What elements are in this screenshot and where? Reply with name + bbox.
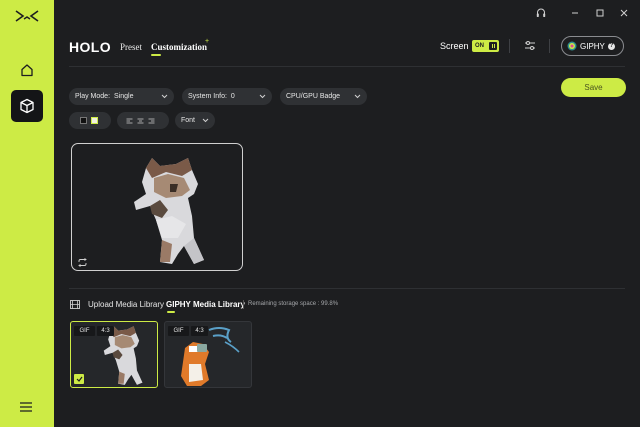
divider <box>549 39 550 53</box>
headset-icon[interactable] <box>536 6 546 20</box>
media-library-icon <box>70 300 80 309</box>
close-icon[interactable] <box>620 6 628 20</box>
maximize-icon[interactable] <box>596 6 604 20</box>
save-button[interactable]: Save <box>561 78 626 97</box>
chevron-down-icon <box>259 94 266 99</box>
screen-label: Screen <box>440 41 469 51</box>
background-color-swatch[interactable] <box>91 117 98 124</box>
help-icon[interactable]: ? <box>607 42 615 50</box>
selected-checkbox[interactable] <box>74 374 84 384</box>
tab-giphy-media-library[interactable]: GIPHY Media Library <box>166 300 245 309</box>
ratio-badge: 4:3 <box>97 326 114 336</box>
sidebar <box>0 0 54 427</box>
play-mode-select[interactable]: Play Mode: Single <box>69 88 174 105</box>
divider <box>243 300 244 309</box>
font-label: Font <box>181 117 196 124</box>
giphy-logo-icon <box>567 41 577 51</box>
sliders-icon[interactable] <box>524 40 536 51</box>
tab-upload-media-library[interactable]: Upload Media Library <box>88 300 164 309</box>
text-color-swatch[interactable] <box>80 117 87 124</box>
active-tab-indicator <box>151 54 161 56</box>
media-card[interactable]: GIF 4:3 <box>164 321 252 388</box>
play-mode-label: Play Mode: <box>75 93 111 100</box>
storage-status: Remaining storage space : 99.8% <box>248 301 339 307</box>
replay-icon[interactable] <box>77 258 88 267</box>
dancing-cat-image <box>134 158 204 264</box>
preview-screen <box>71 143 243 271</box>
main-panel: HOLO Preset Customization + Screen ON GI… <box>54 0 640 427</box>
align-right-icon[interactable] <box>148 118 155 124</box>
giphy-button[interactable]: GIPHY ? <box>561 36 624 56</box>
chevron-down-icon <box>161 94 168 99</box>
giphy-button-label: GIPHY <box>580 41 605 51</box>
tab-preset[interactable]: Preset <box>120 42 142 52</box>
chevron-down-icon <box>354 94 361 99</box>
cube-icon <box>20 98 34 114</box>
media-card[interactable]: GIF 4:3 <box>70 321 158 388</box>
text-align-group <box>117 112 169 129</box>
sidebar-item-home[interactable] <box>11 54 43 86</box>
home-icon <box>21 64 33 77</box>
tab-customization[interactable]: Customization <box>151 42 207 52</box>
minimize-icon[interactable] <box>571 6 579 20</box>
screen-toggle[interactable]: ON <box>472 40 499 52</box>
system-info-select[interactable]: System Info: 0 <box>182 88 272 105</box>
screen-toggle-state: ON <box>475 43 484 49</box>
sparkle-icon: + <box>205 38 210 45</box>
toggle-knob <box>489 42 497 50</box>
library-separator <box>69 288 625 289</box>
gpu-badge-label: CPU/GPU Badge <box>286 93 341 100</box>
chevron-down-icon <box>202 118 209 123</box>
ratio-badge: 4:3 <box>191 326 208 336</box>
app-logo-icon <box>15 10 39 22</box>
system-info-label: System Info: <box>188 93 227 100</box>
align-center-icon[interactable] <box>137 118 144 124</box>
divider <box>509 39 510 53</box>
play-mode-value: Single <box>114 93 134 100</box>
app-title: HOLO <box>69 39 112 55</box>
hamburger-menu-icon[interactable] <box>19 401 33 413</box>
format-badge: GIF <box>168 326 189 336</box>
library-tab-indicator <box>167 311 175 313</box>
check-icon <box>76 376 82 382</box>
align-left-icon[interactable] <box>126 118 133 124</box>
sidebar-item-device[interactable] <box>11 90 43 122</box>
color-picker[interactable] <box>69 112 111 129</box>
header-separator <box>69 66 625 67</box>
font-select[interactable]: Font <box>175 112 215 129</box>
format-badge: GIF <box>74 326 95 336</box>
gpu-badge-select[interactable]: CPU/GPU Badge <box>280 88 367 105</box>
system-info-value: 0 <box>230 93 235 100</box>
